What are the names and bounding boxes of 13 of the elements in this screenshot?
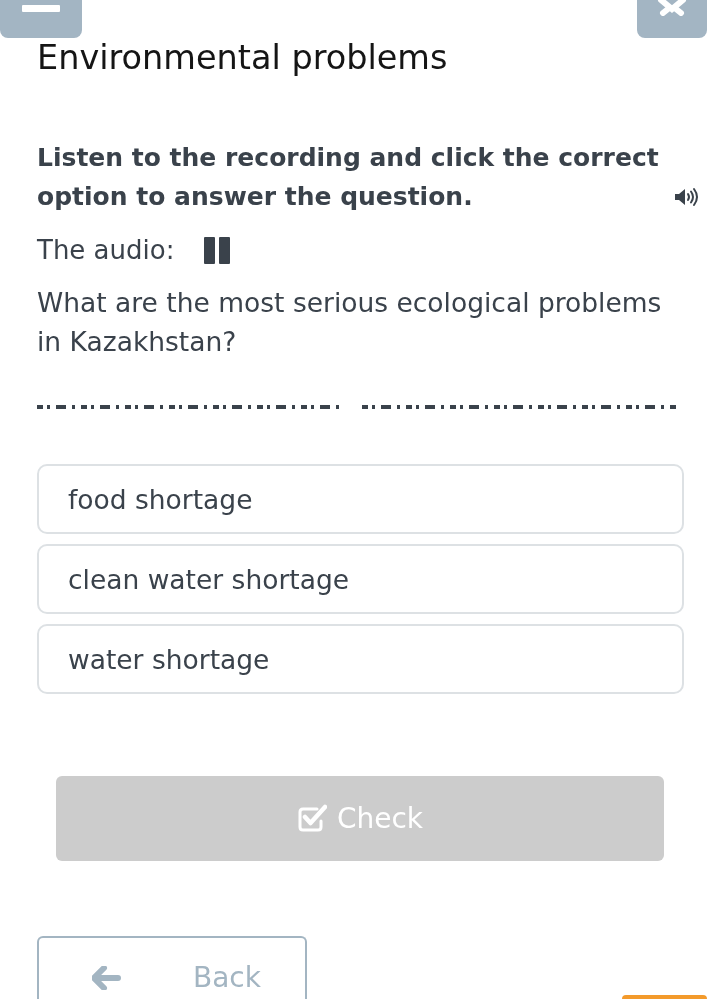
pause-icon	[204, 236, 231, 264]
answer-option[interactable]: food shortage	[37, 464, 684, 534]
checkbox-check-icon	[296, 804, 327, 833]
instruction-text: Listen to the recording and click the correct option to answer the question.	[37, 142, 660, 213]
left-arrow-icon	[92, 965, 121, 990]
audio-player-button[interactable]	[204, 236, 231, 264]
answer-option[interactable]: water shortage	[37, 624, 684, 694]
minus-icon	[22, 5, 60, 12]
answer-option[interactable]: clean water shortage	[37, 544, 684, 614]
audio-label: The audio:	[37, 233, 175, 267]
page-title: Environmental problems	[37, 38, 449, 78]
question-text: What are the most serious ecological problems in Kazakhstan?	[37, 286, 663, 359]
close-icon	[657, 0, 687, 16]
